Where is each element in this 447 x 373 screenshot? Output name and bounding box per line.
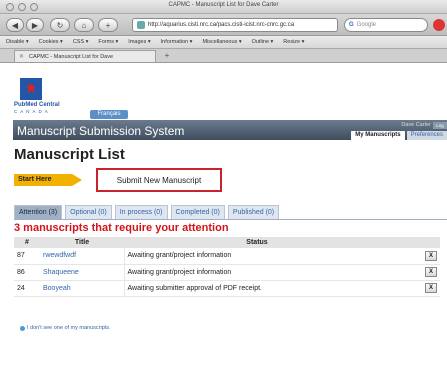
tab-attention[interactable]: Attention (3)	[14, 205, 63, 219]
maple-leaf-icon	[20, 78, 42, 100]
column-header-number: #	[14, 237, 40, 248]
back-arrow-icon: ◀	[11, 20, 19, 30]
google-icon: G	[349, 22, 354, 28]
plus-icon: +	[105, 20, 111, 30]
arrow-right-icon	[72, 174, 82, 186]
column-header-title: Title	[40, 237, 124, 248]
bookmark-item[interactable]: Outline ▾	[252, 39, 274, 45]
system-header-bar: Manuscript Submission System Dave Carter…	[13, 120, 447, 140]
bookmark-item[interactable]: Miscellaneous ▾	[202, 39, 241, 45]
manuscript-number: 24	[14, 280, 40, 297]
page-title: Manuscript List	[14, 146, 125, 163]
browser-tab-label: CAPMC - Manuscript List for Dave	[29, 53, 114, 60]
manuscript-number: 87	[14, 248, 40, 265]
search-placeholder: Google	[356, 22, 377, 28]
tab-my-manuscripts[interactable]: My Manuscripts	[351, 131, 405, 140]
info-icon	[20, 325, 25, 331]
browser-tab-bar: ✕ CAPMC - Manuscript List for Dave +	[0, 49, 447, 63]
attention-heading: 3 manuscripts that require your attentio…	[14, 222, 229, 234]
manuscript-title-link[interactable]: Booyeah	[40, 280, 124, 297]
close-tab-icon[interactable]: ✕	[19, 53, 24, 60]
delete-manuscript-button[interactable]: X	[425, 267, 437, 277]
pmc-canada-logo[interactable]: PubMed Central CANADA	[14, 78, 74, 116]
table-row: 86 Shaqueene Awaiting grant/project info…	[14, 264, 440, 281]
manuscript-status: Awaiting submitter approval of PDF recei…	[123, 280, 390, 297]
start-here-arrow: Start Here	[14, 174, 82, 186]
start-here-label: Start Here	[14, 174, 72, 186]
address-bar[interactable]: http://aquarius.cisti.nrc.ca/pacs.cisti-…	[132, 18, 338, 32]
bookmark-item[interactable]: Forms ▾	[98, 39, 118, 45]
reload-button[interactable]: ↻	[50, 18, 70, 32]
logo-subtitle: CANADA	[14, 109, 51, 114]
address-text: http://aquarius.cisti.nrc.ca/pacs.cisti-…	[148, 22, 295, 28]
tab-published[interactable]: Published (0)	[227, 205, 280, 219]
browser-toolbar: ◀ ▶ ↻ ⌂ + http://aquarius.cisti.nrc.ca/p…	[0, 14, 447, 36]
delete-manuscript-button[interactable]: X	[425, 250, 437, 261]
manuscript-status-tabs: Attention (3) Optional (0) In process (0…	[14, 204, 447, 220]
help-link[interactable]: I don't see one of my manuscripts.	[27, 325, 111, 331]
logout-button[interactable]: Log out	[433, 122, 447, 135]
tab-in-process[interactable]: In process (0)	[114, 205, 168, 219]
table-row: 87 rwewdfwdf Awaiting grant/project info…	[14, 248, 440, 265]
bookmark-item[interactable]: CSS ▾	[73, 39, 89, 45]
window-title: CAPMC - Manuscript List for Dave Carter	[168, 2, 279, 8]
language-toggle-button[interactable]: Français	[90, 110, 128, 119]
window-titlebar: CAPMC - Manuscript List for Dave Carter	[0, 0, 447, 14]
bookmark-item[interactable]: Images ▾	[128, 39, 150, 45]
browser-tab[interactable]: ✕ CAPMC - Manuscript List for Dave	[14, 50, 156, 62]
manuscript-number: 86	[14, 264, 40, 281]
table-header-row: # Title Status	[14, 237, 440, 248]
search-input[interactable]: G Google	[344, 18, 428, 32]
back-button[interactable]: ◀	[6, 18, 24, 32]
bookmark-item[interactable]: Information ▾	[161, 39, 193, 45]
column-header-status: Status	[124, 237, 390, 248]
missing-manuscript-help[interactable]: I don't see one of my manuscripts.	[20, 325, 111, 331]
home-button[interactable]: ⌂	[74, 18, 94, 32]
forward-arrow-icon: ▶	[31, 20, 39, 30]
add-bookmark-button[interactable]: +	[98, 18, 118, 32]
table-row: 24 Booyeah Awaiting submitter approval o…	[14, 280, 440, 297]
home-icon: ⌂	[81, 20, 87, 30]
forward-button[interactable]: ▶	[26, 18, 44, 32]
tab-optional[interactable]: Optional (0)	[65, 205, 112, 219]
manuscript-title-link[interactable]: Shaqueene	[40, 264, 124, 281]
submit-new-manuscript-button[interactable]: Submit New Manuscript	[96, 168, 222, 192]
site-icon	[137, 21, 145, 29]
bookmark-item[interactable]: Cookies ▾	[39, 39, 63, 45]
logo-name: PubMed Central	[14, 102, 60, 108]
manuscript-status: Awaiting grant/project information	[123, 264, 390, 281]
account-tabs: My Manuscripts Preferences	[351, 131, 447, 140]
reload-icon: ↻	[56, 20, 64, 30]
tab-completed[interactable]: Completed (0)	[170, 205, 225, 219]
bookmarks-bar: Disable ▾ Cookies ▾ CSS ▾ Forms ▾ Images…	[0, 36, 447, 49]
manuscript-table: # Title Status 87 rwewdfwdf Awaiting gra…	[14, 237, 440, 297]
bookmark-item[interactable]: Disable ▾	[6, 39, 29, 45]
manuscript-title-link[interactable]: rwewdfwdf	[40, 248, 124, 265]
column-header-action	[390, 237, 440, 248]
page-content: PubMed Central CANADA Français Manuscrip…	[0, 64, 447, 373]
user-name: Dave Carter	[401, 122, 431, 128]
stop-icon[interactable]	[433, 19, 445, 31]
delete-manuscript-button[interactable]: X	[425, 283, 437, 293]
manuscript-status: Awaiting grant/project information	[123, 248, 390, 265]
system-title: Manuscript Submission System	[17, 124, 185, 138]
new-tab-button[interactable]: +	[160, 51, 174, 61]
bookmark-item[interactable]: Resize ▾	[283, 39, 304, 45]
tab-preferences[interactable]: Preferences	[406, 131, 447, 140]
